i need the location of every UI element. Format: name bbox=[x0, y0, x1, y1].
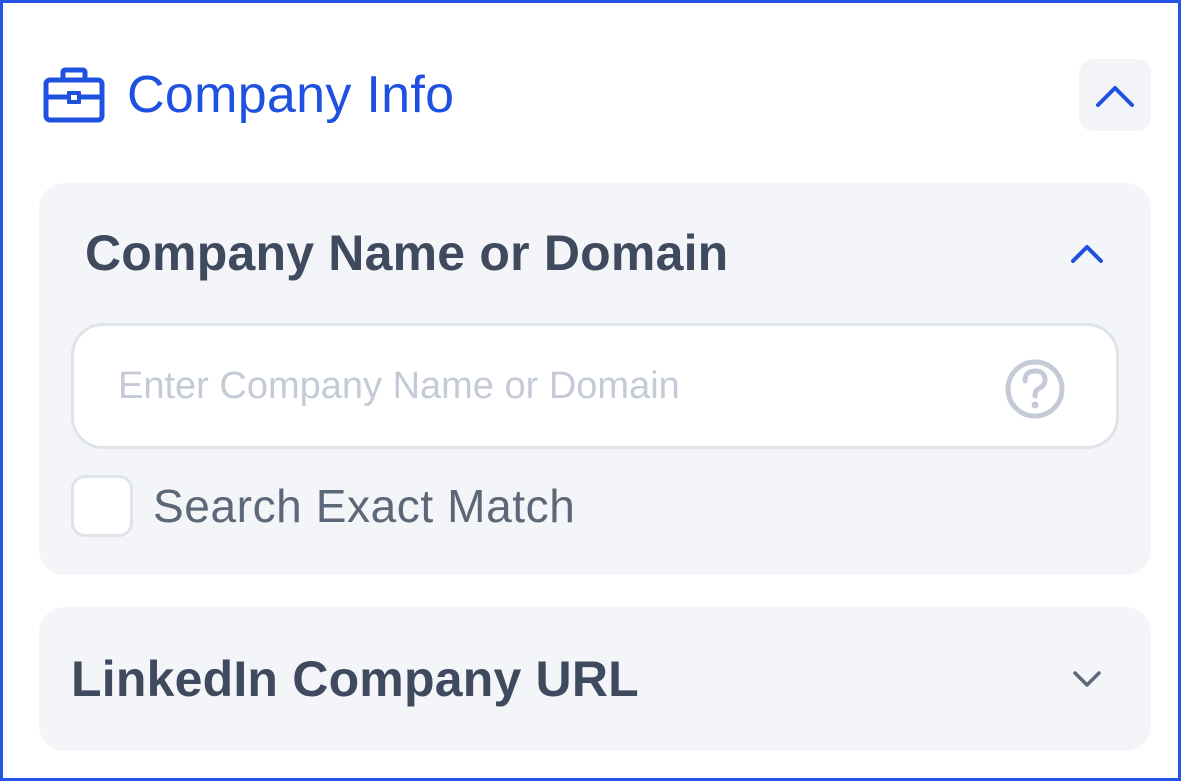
collapse-panel-button[interactable] bbox=[1079, 59, 1151, 131]
panel-title: Company Info bbox=[127, 66, 455, 124]
chevron-down-icon[interactable] bbox=[1069, 667, 1105, 691]
section-title[interactable]: Company Name or Domain bbox=[85, 223, 728, 283]
panel-header: Company Info bbox=[43, 59, 1151, 131]
linkedin-url-section[interactable]: LinkedIn Company URL bbox=[39, 607, 1151, 751]
company-name-field bbox=[71, 323, 1119, 449]
exact-match-label[interactable]: Search Exact Match bbox=[153, 475, 575, 537]
chevron-up-icon[interactable] bbox=[1069, 241, 1105, 265]
question-circle-icon[interactable] bbox=[1004, 358, 1066, 420]
company-info-panel: Company Info Company Name or Domain Ente… bbox=[0, 0, 1181, 781]
exact-match-option: Search Exact Match bbox=[71, 475, 771, 539]
section-title[interactable]: LinkedIn Company URL bbox=[71, 649, 639, 709]
company-name-section: Company Name or Domain Search Exact Matc… bbox=[39, 183, 1151, 575]
briefcase-icon bbox=[43, 67, 105, 123]
exact-match-checkbox[interactable] bbox=[71, 475, 133, 537]
company-name-input[interactable] bbox=[118, 354, 978, 418]
